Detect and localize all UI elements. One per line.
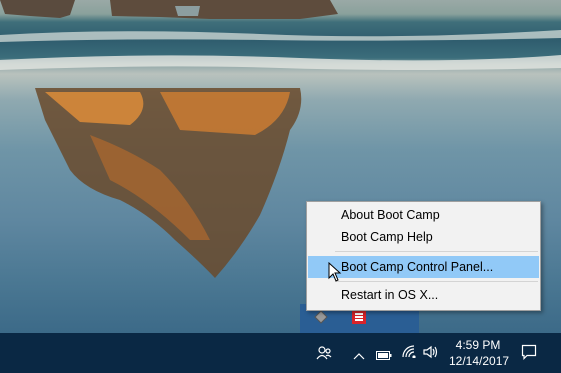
boot-camp-context-menu: About Boot Camp Boot Camp Help Boot Camp… — [306, 201, 541, 311]
menu-item-boot-camp-control-panel[interactable]: Boot Camp Control Panel... — [308, 256, 539, 278]
menu-separator — [335, 281, 538, 282]
battery-icon[interactable] — [376, 347, 392, 365]
chevron-up-icon[interactable] — [353, 347, 365, 365]
menu-item-boot-camp-help[interactable]: Boot Camp Help — [308, 226, 539, 248]
wifi-icon[interactable] — [401, 344, 417, 363]
clock-date[interactable]: 12/14/2017 — [449, 354, 509, 368]
action-center-icon[interactable] — [521, 344, 537, 365]
mouse-cursor-icon — [328, 261, 342, 288]
menu-separator — [335, 251, 538, 252]
boot-camp-diamond-icon[interactable] — [313, 309, 329, 325]
people-icon[interactable] — [315, 344, 333, 367]
menu-item-about-boot-camp[interactable]: About Boot Camp — [308, 204, 539, 226]
clock-time[interactable]: 4:59 PM — [449, 338, 507, 352]
menu-item-restart-in-os-x[interactable]: Restart in OS X... — [308, 284, 539, 306]
red-app-icon[interactable] — [351, 309, 367, 325]
volume-icon[interactable] — [423, 345, 439, 364]
